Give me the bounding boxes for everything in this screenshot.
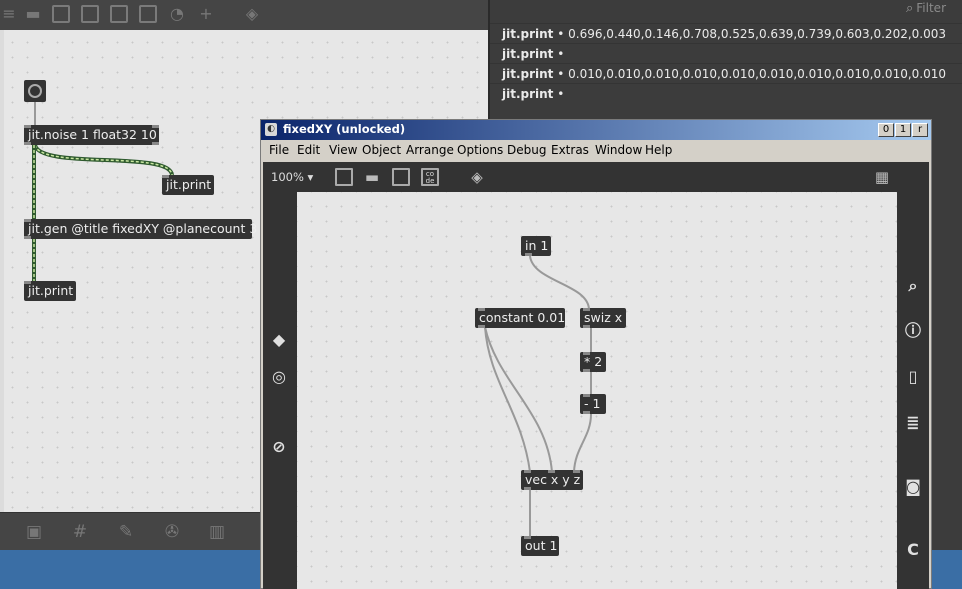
presentation-icon[interactable]: ▣ xyxy=(24,522,44,542)
grid-icon[interactable]: ▦ xyxy=(873,168,891,186)
gen-left-sidebar: ◆ ◎ ⊘ xyxy=(263,192,297,589)
console-header: ⌕ Filter xyxy=(490,0,962,20)
menu-edit[interactable]: Edit xyxy=(297,143,320,157)
jit-gen-label: jit.gen @title fixedXY @planecount 3 xyxy=(28,221,258,236)
menu-extras[interactable]: Extras xyxy=(551,143,589,157)
menu-object[interactable]: Object xyxy=(362,143,401,157)
jit-print-label-2: jit.print xyxy=(28,283,74,298)
jit-print-object-2[interactable]: jit.print xyxy=(24,281,76,301)
zoom-dropdown[interactable]: 100% ▾ xyxy=(271,170,313,184)
filter-field[interactable]: ⌕ Filter xyxy=(906,1,946,16)
cube-icon[interactable]: ◆ xyxy=(269,330,289,350)
window-title: fixedXY (unlocked) xyxy=(283,122,406,136)
search-icon: ⌕ xyxy=(906,1,914,16)
menu-arrange[interactable]: Arrange xyxy=(406,143,454,157)
console-row[interactable]: jit.print • xyxy=(490,43,962,63)
paint-bucket-icon[interactable]: ◈ xyxy=(468,168,486,186)
console-row[interactable]: jit.print • xyxy=(490,83,962,103)
menu-help[interactable]: Help xyxy=(645,143,672,157)
presentation-icon[interactable] xyxy=(335,168,353,186)
jit-print-object-1[interactable]: jit.print xyxy=(162,175,214,195)
paperclip-icon[interactable]: ⊘ xyxy=(269,437,289,457)
close-button[interactable]: r xyxy=(912,123,928,137)
comment-icon[interactable]: ▬ xyxy=(363,168,381,186)
jit-print-label-1: jit.print xyxy=(166,177,212,192)
minimize-button[interactable]: 0 xyxy=(878,123,894,137)
window-titlebar[interactable]: ◐ fixedXY (unlocked) 0 1 r xyxy=(261,120,931,140)
multiply-object[interactable]: * 2 xyxy=(580,352,606,372)
camera-icon[interactable]: ◙ xyxy=(903,477,923,497)
jit-noise-object[interactable]: jit.noise 1 float32 10 xyxy=(24,125,159,145)
grid-icon[interactable]: # xyxy=(70,522,90,542)
menu-window[interactable]: Window xyxy=(595,143,642,157)
menu-file[interactable]: File xyxy=(269,143,289,157)
subtract-object[interactable]: - 1 xyxy=(580,394,606,414)
gen-patch-cords xyxy=(484,255,592,538)
menu-view[interactable]: View xyxy=(329,143,357,157)
search-icon[interactable]: ⌕ xyxy=(903,276,923,296)
menu-options[interactable]: Options xyxy=(457,143,503,157)
console-row[interactable]: jit.print • 0.696,0.440,0.146,0.708,0.52… xyxy=(490,23,962,43)
console-row[interactable]: jit.print • 0.010,0.010,0.010,0.010,0.01… xyxy=(490,63,962,83)
snap-icon[interactable]: ✎ xyxy=(116,522,136,542)
jit-noise-label: jit.noise 1 float32 10 xyxy=(28,127,157,142)
list-icon[interactable]: ≣ xyxy=(903,413,923,433)
gen-toolbar: 100% ▾ ▬ co de ◈ ▦ xyxy=(263,162,929,192)
target-icon[interactable]: ◎ xyxy=(269,367,289,387)
wrench-icon[interactable]: ✇ xyxy=(162,522,182,542)
book-icon[interactable]: ▯ xyxy=(903,367,923,387)
lock-icon: ◐ xyxy=(265,123,277,136)
swiz-object[interactable]: swiz x xyxy=(580,308,626,328)
piano-icon[interactable]: ▥ xyxy=(207,522,227,542)
menu-debug[interactable]: Debug xyxy=(507,143,546,157)
menu-bar: File Edit View Object Arrange Options De… xyxy=(261,140,931,160)
out-1-object[interactable]: out 1 xyxy=(521,536,559,556)
info-icon[interactable]: ⓘ xyxy=(903,321,923,341)
maximize-button[interactable]: 1 xyxy=(895,123,911,137)
jit-gen-object[interactable]: jit.gen @title fixedXY @planecount 3 xyxy=(24,219,257,239)
vec-object[interactable]: vec x y z xyxy=(521,470,583,490)
c-icon[interactable]: C xyxy=(903,540,923,560)
code-button[interactable]: co de xyxy=(421,168,439,186)
frame-icon[interactable] xyxy=(392,168,410,186)
gen-canvas[interactable]: in 1 constant 0.01 swiz x * 2 - 1 vec x … xyxy=(297,192,897,589)
gen-right-sidebar: ⌕ ⓘ ▯ ≣ ◙ C xyxy=(897,192,929,589)
in-1-object[interactable]: in 1 xyxy=(521,236,551,256)
constant-object[interactable]: constant 0.01 xyxy=(475,308,565,328)
bang-button[interactable] xyxy=(24,80,46,102)
gen-patcher-window: ◐ fixedXY (unlocked) 0 1 r File Edit Vie… xyxy=(260,119,932,589)
